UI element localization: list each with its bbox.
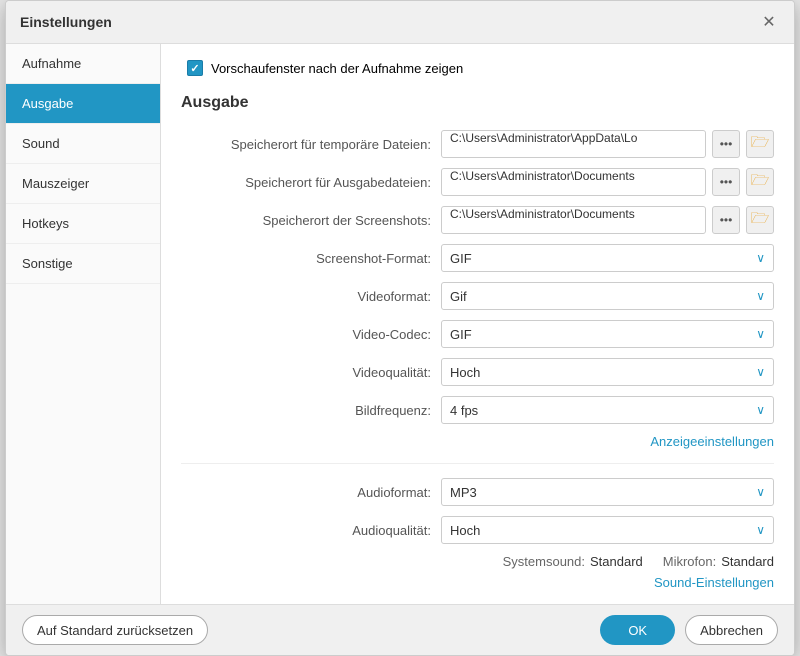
- video-codec-select[interactable]: GIF ∨: [441, 320, 774, 348]
- systemsound-label: Systemsound:: [503, 554, 585, 569]
- videoformat-label: Videoformat:: [181, 289, 441, 304]
- output-files-row: Speicherort für Ausgabedateien: C:\Users…: [181, 168, 774, 196]
- mikrofon-value: Standard: [721, 554, 774, 569]
- bildfrequenz-select[interactable]: 4 fps ∨: [441, 396, 774, 424]
- screenshot-path-label: Speicherort der Screenshots:: [181, 213, 441, 228]
- screenshot-format-arrow-icon: ∨: [756, 251, 765, 265]
- output-path-input[interactable]: C:\Users\Administrator\Documents: [441, 168, 706, 196]
- screenshot-format-control: GIF ∨: [441, 244, 774, 272]
- preview-label: Vorschaufenster nach der Aufnahme zeigen: [211, 61, 463, 76]
- dialog-footer: Auf Standard zurücksetzen OK Abbrechen: [6, 604, 794, 655]
- bildfrequenz-arrow-icon: ∨: [756, 403, 765, 417]
- temp-dots-button[interactable]: •••: [712, 130, 740, 158]
- sidebar-item-mauszeiger[interactable]: Mauszeiger: [6, 164, 160, 204]
- audioformat-row: Audioformat: MP3 ∨: [181, 478, 774, 506]
- audioformat-select[interactable]: MP3 ∨: [441, 478, 774, 506]
- screenshot-control-group: C:\Users\Administrator\Documents ••• 🗁: [441, 206, 774, 234]
- video-codec-control: GIF ∨: [441, 320, 774, 348]
- audioqualitaet-arrow-icon: ∨: [756, 523, 765, 537]
- videoformat-arrow-icon: ∨: [756, 289, 765, 303]
- output-label: Speicherort für Ausgabedateien:: [181, 175, 441, 190]
- sound-info-row: Systemsound: Standard Mikrofon: Standard: [181, 554, 774, 569]
- temp-files-row: Speicherort für temporäre Dateien: C:\Us…: [181, 130, 774, 158]
- output-folder-button[interactable]: 🗁: [746, 168, 774, 196]
- mikrofon-label: Mikrofon:: [663, 554, 716, 569]
- sidebar-item-aufnahme[interactable]: Aufnahme: [6, 44, 160, 84]
- audioqualitaet-row: Audioqualität: Hoch ∨: [181, 516, 774, 544]
- audioqualitaet-control: Hoch ∨: [441, 516, 774, 544]
- preview-checkbox[interactable]: [187, 60, 203, 76]
- screenshot-dots-button[interactable]: •••: [712, 206, 740, 234]
- audioqualitaet-label: Audioqualität:: [181, 523, 441, 538]
- video-codec-label: Video-Codec:: [181, 327, 441, 342]
- dialog-title: Einstellungen: [20, 14, 112, 30]
- videoqualitaet-select[interactable]: Hoch ∨: [441, 358, 774, 386]
- screenshot-path-row: Speicherort der Screenshots: C:\Users\Ad…: [181, 206, 774, 234]
- videoformat-select[interactable]: Gif ∨: [441, 282, 774, 310]
- output-control-group: C:\Users\Administrator\Documents ••• 🗁: [441, 168, 774, 196]
- screenshot-folder-button[interactable]: 🗁: [746, 206, 774, 234]
- bildfrequenz-row: Bildfrequenz: 4 fps ∨: [181, 396, 774, 424]
- sidebar-item-sound[interactable]: Sound: [6, 124, 160, 164]
- dialog-body: Aufnahme Ausgabe Sound Mauszeiger Hotkey…: [6, 44, 794, 604]
- temp-label: Speicherort für temporäre Dateien:: [181, 137, 441, 152]
- systemsound-info: Systemsound: Standard: [503, 554, 643, 569]
- video-codec-row: Video-Codec: GIF ∨: [181, 320, 774, 348]
- sound-link-row: Sound-Einstellungen: [181, 575, 774, 590]
- videoqualitaet-label: Videoqualität:: [181, 365, 441, 380]
- sidebar-item-sonstige[interactable]: Sonstige: [6, 244, 160, 284]
- mikrofon-info: Mikrofon: Standard: [663, 554, 774, 569]
- preview-row: Vorschaufenster nach der Aufnahme zeigen: [181, 60, 774, 76]
- footer-buttons: OK Abbrechen: [600, 615, 778, 645]
- sidebar-item-ausgabe[interactable]: Ausgabe: [6, 84, 160, 124]
- bildfrequenz-label: Bildfrequenz:: [181, 403, 441, 418]
- videoformat-row: Videoformat: Gif ∨: [181, 282, 774, 310]
- screenshot-format-label: Screenshot-Format:: [181, 251, 441, 266]
- temp-control-group: C:\Users\Administrator\AppData\Lo ••• 🗁: [441, 130, 774, 158]
- sound-link[interactable]: Sound-Einstellungen: [654, 575, 774, 590]
- sidebar-item-hotkeys[interactable]: Hotkeys: [6, 204, 160, 244]
- screenshot-format-row: Screenshot-Format: GIF ∨: [181, 244, 774, 272]
- audioformat-arrow-icon: ∨: [756, 485, 765, 499]
- audioformat-label: Audioformat:: [181, 485, 441, 500]
- bildfrequenz-control: 4 fps ∨: [441, 396, 774, 424]
- sidebar: Aufnahme Ausgabe Sound Mauszeiger Hotkey…: [6, 44, 161, 604]
- ok-button[interactable]: OK: [600, 615, 675, 645]
- audioqualitaet-select[interactable]: Hoch ∨: [441, 516, 774, 544]
- temp-folder-button[interactable]: 🗁: [746, 130, 774, 158]
- screenshot-path-input[interactable]: C:\Users\Administrator\Documents: [441, 206, 706, 234]
- close-button[interactable]: ✕: [758, 11, 780, 33]
- section-title: Ausgabe: [181, 94, 774, 112]
- videoqualitaet-arrow-icon: ∨: [756, 365, 765, 379]
- anzeige-link-row: Anzeigeeinstellungen: [181, 434, 774, 449]
- main-content: Vorschaufenster nach der Aufnahme zeigen…: [161, 44, 794, 604]
- section-divider: [181, 463, 774, 464]
- anzeige-link[interactable]: Anzeigeeinstellungen: [650, 434, 774, 449]
- title-bar: Einstellungen ✕: [6, 1, 794, 44]
- videoformat-control: Gif ∨: [441, 282, 774, 310]
- videoqualitaet-control: Hoch ∨: [441, 358, 774, 386]
- reset-button[interactable]: Auf Standard zurücksetzen: [22, 615, 208, 645]
- systemsound-value: Standard: [590, 554, 643, 569]
- audioformat-control: MP3 ∨: [441, 478, 774, 506]
- videoqualitaet-row: Videoqualität: Hoch ∨: [181, 358, 774, 386]
- temp-path-input[interactable]: C:\Users\Administrator\AppData\Lo: [441, 130, 706, 158]
- settings-dialog: Einstellungen ✕ Aufnahme Ausgabe Sound M…: [5, 0, 795, 656]
- output-dots-button[interactable]: •••: [712, 168, 740, 196]
- cancel-button[interactable]: Abbrechen: [685, 615, 778, 645]
- video-codec-arrow-icon: ∨: [756, 327, 765, 341]
- screenshot-format-select[interactable]: GIF ∨: [441, 244, 774, 272]
